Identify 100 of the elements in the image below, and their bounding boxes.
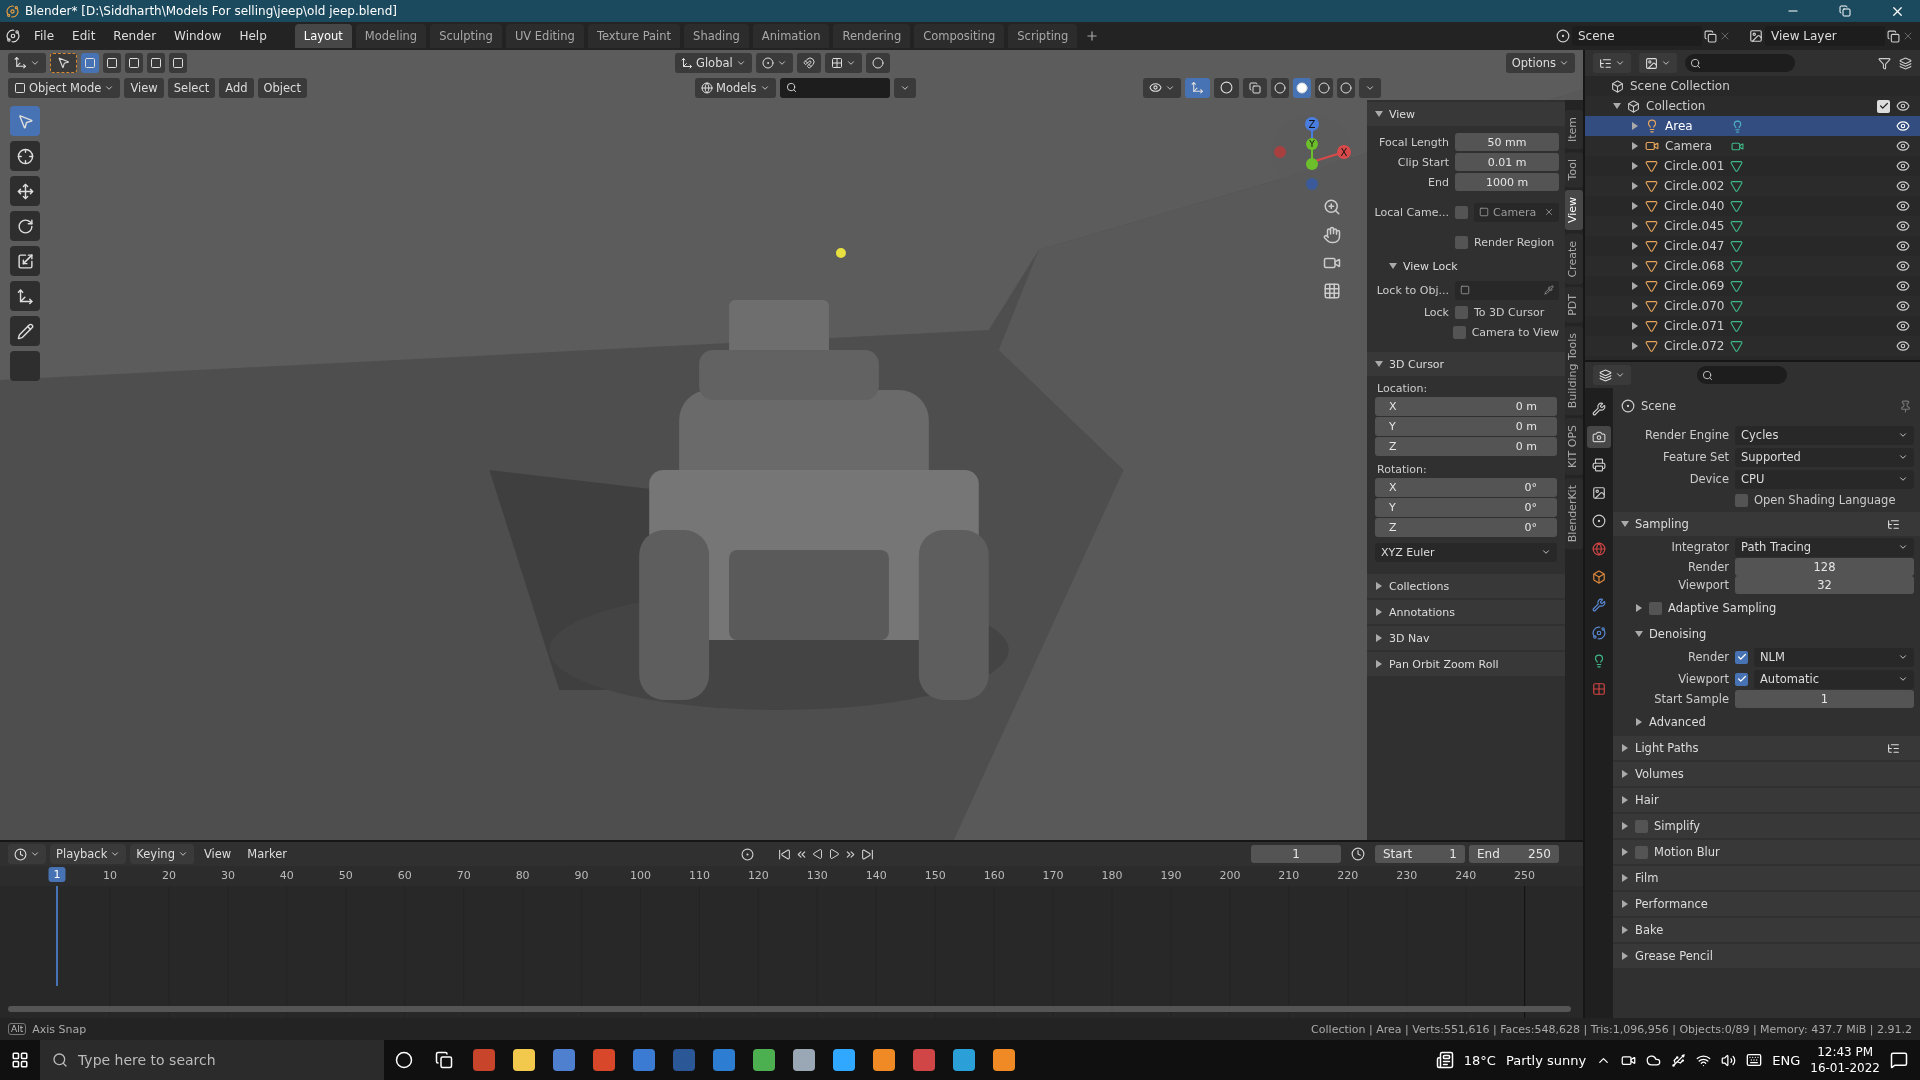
current-frame-field[interactable]: 1 [1251, 845, 1341, 863]
panel-title[interactable]: Simplify [1654, 819, 1701, 833]
orientation-dropdown[interactable]: Global [675, 52, 752, 73]
menu-item[interactable]: Window [166, 26, 230, 46]
panel-title[interactable]: 3D Cursor [1389, 357, 1445, 371]
object-name: Circle.045 [1664, 219, 1724, 233]
frame-label: 230 [1396, 869, 1418, 882]
sidebar-tab[interactable]: Tool [1565, 152, 1583, 188]
navigation-gizmo[interactable]: Z Y X [1270, 112, 1354, 196]
panel-title[interactable]: View [1389, 107, 1416, 121]
panel-title[interactable]: Film [1635, 871, 1659, 885]
panel-title[interactable]: Denoising [1649, 627, 1707, 641]
dropdown[interactable]: Automatic [1754, 669, 1914, 689]
frame-label: 170 [1042, 869, 1064, 882]
workspace-tab[interactable]: Texture Paint [587, 24, 681, 48]
sidebar-tab[interactable]: Create [1565, 233, 1583, 285]
panel-title[interactable]: Light Paths [1635, 741, 1699, 755]
sidebar-tab[interactable]: BlenderKit [1565, 478, 1583, 550]
object-name: Camera [1665, 139, 1714, 153]
menu-item[interactable]: Edit [64, 26, 104, 46]
dropdown[interactable]: NLM [1754, 647, 1914, 667]
end-frame-field[interactable]: End 250 [1469, 845, 1559, 863]
dropdown[interactable]: XYZ Euler [1375, 542, 1557, 562]
panel-title[interactable]: Grease Pencil [1635, 949, 1713, 963]
workspace-tab[interactable]: Shading [684, 24, 749, 48]
dropdown[interactable]: Supported [1735, 447, 1914, 467]
dropdown[interactable]: Cycles [1735, 425, 1914, 445]
scene-field[interactable]: Scene [1572, 26, 1702, 46]
number-field[interactable]: Z 0 m [1375, 437, 1557, 456]
menu-button[interactable]: View [197, 844, 238, 864]
object-name: Circle.040 [1664, 199, 1724, 213]
number-field[interactable]: Z 0° [1375, 518, 1557, 537]
menu-item[interactable]: Render [105, 26, 165, 46]
frame-label: 240 [1455, 869, 1477, 882]
panel-title[interactable]: View Lock [1403, 259, 1458, 273]
view-layer-field[interactable]: View Layer [1765, 26, 1885, 46]
weather-text[interactable]: Partly sunny [1505, 1052, 1587, 1068]
menu-button[interactable]: Marker [241, 844, 293, 864]
number-field[interactable]: 50 mm [1455, 133, 1559, 151]
number-field[interactable]: 1000 m [1455, 173, 1559, 191]
checkbox-label: Render Region [1474, 235, 1555, 249]
panel-title[interactable]: Advanced [1649, 715, 1706, 729]
workspace-tab[interactable]: Animation [752, 24, 830, 48]
number-field[interactable]: 1 [1735, 690, 1914, 708]
object-name: Circle.072 [1664, 339, 1724, 353]
workspace-tab[interactable]: Sculpting [430, 24, 502, 48]
panel-title[interactable]: Annotations [1389, 605, 1456, 619]
clock[interactable]: 12:43 PM 16-01-2022 [1810, 1044, 1880, 1076]
field-label: Clip Start [1396, 155, 1449, 169]
frame-label: 30 [220, 869, 235, 882]
dropdown[interactable]: CPU [1735, 469, 1914, 489]
field-label: Lock to Obj... [1375, 283, 1449, 297]
sidebar-tab[interactable]: Item [1565, 110, 1583, 150]
workspace-tab[interactable]: UV Editing [505, 24, 584, 48]
menu-item[interactable]: Help [231, 26, 275, 46]
sidebar-tab[interactable]: Building Tools [1565, 325, 1583, 416]
mode-dropdown[interactable]: Object Mode [8, 77, 121, 98]
workspace-tab[interactable]: Layout [294, 24, 352, 48]
menu-button[interactable]: Playback [50, 844, 127, 864]
panel-title[interactable]: Collections [1389, 579, 1450, 593]
panel-title[interactable]: Sampling [1635, 517, 1689, 531]
number-field[interactable]: 32 [1735, 576, 1914, 594]
menu-button[interactable]: Add [219, 77, 254, 98]
number-field[interactable]: X 0 m [1375, 397, 1557, 416]
sidebar-tab[interactable]: KIT OPS [1565, 418, 1583, 476]
key-hint: Alt [8, 1023, 27, 1035]
field-label: Lock [1422, 305, 1449, 319]
tree-item[interactable]: Scene Collection [1630, 79, 1730, 93]
object-field[interactable]: Camera [1474, 202, 1560, 222]
sidebar-tab[interactable]: PDT [1565, 287, 1583, 323]
panel-title[interactable]: Motion Blur [1654, 845, 1720, 859]
number-field[interactable]: Y 0 m [1375, 417, 1557, 436]
menu-button[interactable]: View [124, 77, 164, 98]
workspace-tab[interactable]: Modeling [355, 24, 427, 48]
number-field[interactable]: 0.01 m [1455, 153, 1559, 171]
panel-title[interactable]: Volumes [1635, 767, 1684, 781]
workspace-tab[interactable]: Rendering [833, 24, 911, 48]
workspace-tab[interactable]: Scripting [1008, 24, 1078, 48]
number-field[interactable]: Y 0° [1375, 498, 1557, 517]
language-indicator[interactable]: ENG [1772, 1052, 1801, 1068]
start-frame-field[interactable]: Start 1 [1375, 845, 1465, 863]
menu-item[interactable]: File [26, 26, 63, 46]
workspace-tab[interactable]: Compositing [914, 24, 1005, 48]
panel-title[interactable]: Hair [1635, 793, 1659, 807]
panel-title[interactable]: Bake [1635, 923, 1664, 937]
status-hint: Axis Snap [32, 1022, 87, 1036]
menu-button[interactable]: Keying [130, 844, 194, 864]
dropdown[interactable]: Path Tracing [1735, 537, 1914, 557]
number-field[interactable]: X 0° [1375, 478, 1557, 497]
scene-statistics: Collection | Area | Verts:551,616 | Faces:548,628 | Tris:1,096,956 | Objects:0/89 | Memory: 437.7 MiB | 2.91.2 [1311, 1022, 1912, 1036]
tree-item[interactable]: Collection [1646, 99, 1706, 113]
current-frame-marker[interactable]: 1 [48, 867, 66, 882]
field-label: Viewport [1677, 578, 1729, 592]
number-field[interactable]: 128 [1735, 558, 1914, 576]
panel-title[interactable]: Performance [1635, 897, 1708, 911]
outliner-row[interactable]: Area [1585, 116, 1920, 136]
panel-title[interactable]: Adaptive Sampling [1668, 601, 1777, 615]
panel-title[interactable]: 3D Nav [1389, 631, 1430, 645]
taskbar-search-field[interactable]: Type here to search [40, 1040, 384, 1080]
sidebar-tab[interactable]: View [1565, 190, 1583, 231]
